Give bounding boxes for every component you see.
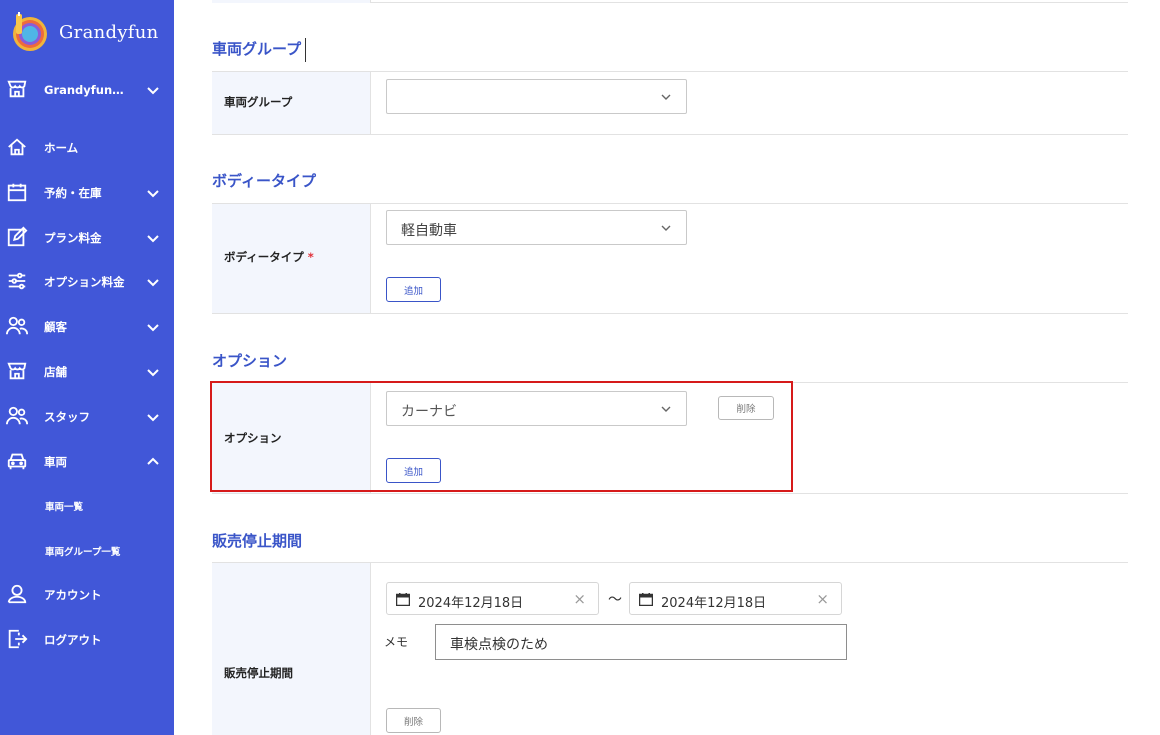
logo[interactable]: Grandyfun (10, 12, 159, 52)
sidebar-item-label: ログアウト (44, 633, 102, 647)
chevron-down-icon (147, 235, 159, 243)
stop-period-label-cell: 販売停止期間 (212, 563, 371, 735)
body-type-label-cell: ボディータイプ * (212, 204, 371, 313)
users-icon (6, 316, 28, 335)
vehicle-group-label-cell: 車両グループ (212, 72, 371, 134)
date-range-separator: ～ (608, 592, 622, 608)
body-type-label: ボディータイプ * (224, 249, 314, 265)
section-title-vehicle-group: 車両グループ (212, 40, 302, 58)
sidebar-item-home[interactable]: ホーム (0, 132, 174, 164)
required-mark: * (307, 250, 314, 264)
sidebar-item-label: 店舗 (44, 365, 67, 379)
stop-period-delete-button[interactable]: 削除 (386, 708, 441, 733)
chevron-down-icon (661, 225, 671, 231)
sidebar-item-label: オプション料金 (44, 275, 125, 289)
users-icon (6, 406, 28, 425)
chevron-down-icon (147, 279, 159, 287)
edit-icon (7, 226, 28, 247)
text-cursor (305, 38, 306, 62)
main-content: 車両グループ 車両グループ ボディータイプ ボディータイプ * 軽自動車 追加 オ… (174, 0, 1160, 735)
previous-row (212, 0, 1128, 3)
body-type-add-button[interactable]: 追加 (386, 277, 441, 302)
sidebar: Grandyfun Grandyfun… ホーム 予約・在庫 プラン料金 オプシ… (0, 0, 174, 735)
chevron-down-icon (147, 324, 159, 332)
car-icon (7, 453, 27, 470)
logo-icon (10, 12, 50, 52)
home-icon (8, 138, 26, 156)
section-title-option: オプション (212, 352, 288, 370)
sidebar-item-stores[interactable]: 店舗 (0, 356, 174, 388)
vehicle-group-select[interactable] (386, 79, 687, 114)
sidebar-item-label: プラン料金 (44, 231, 102, 245)
calendar-icon (639, 593, 653, 606)
sidebar-subitem-label: 車両一覧 (45, 502, 84, 513)
vehicle-group-row: 車両グループ (212, 71, 1128, 135)
sidebar-subitem-vehicle-group-list[interactable]: 車両グループ一覧 (0, 537, 174, 565)
sidebar-item-option-price[interactable]: オプション料金 (0, 266, 174, 298)
chevron-down-icon (147, 87, 159, 95)
sidebar-item-plan-price[interactable]: プラン料金 (0, 222, 174, 254)
logout-icon (8, 629, 28, 649)
sidebar-subitem-label: 車両グループ一覧 (45, 547, 121, 558)
sidebar-item-label: 車両 (44, 455, 67, 469)
sidebar-item-vehicles[interactable]: 車両 (0, 446, 174, 478)
body-type-select[interactable]: 軽自動車 (386, 210, 687, 245)
start-date-field[interactable]: 2024年12月18日 × (386, 582, 599, 615)
chevron-down-icon (147, 369, 159, 377)
sidebar-subitem-vehicle-list[interactable]: 車両一覧 (0, 492, 174, 520)
logo-text: Grandyfun (59, 21, 159, 43)
start-date-value: 2024年12月18日 (418, 596, 524, 611)
chevron-down-icon (661, 94, 671, 100)
sidebar-item-account[interactable]: アカウント (0, 579, 174, 611)
org-selector-label: Grandyfun… (44, 83, 124, 97)
memo-value: 車検点検のため (450, 637, 548, 653)
sidebar-item-customers[interactable]: 顧客 (0, 311, 174, 343)
chevron-down-icon (147, 190, 159, 198)
memo-label: メモ (384, 635, 409, 649)
highlight-box (210, 381, 793, 492)
section-title-body-type: ボディータイプ (212, 172, 316, 190)
store-icon (7, 362, 27, 380)
stop-period-label: 販売停止期間 (224, 666, 293, 680)
sidebar-item-label: スタッフ (44, 410, 90, 424)
body-type-select-value: 軽自動車 (401, 223, 457, 239)
section-title-stop-period: 販売停止期間 (212, 532, 303, 550)
memo-input[interactable]: 車検点検のため (435, 624, 847, 660)
sidebar-item-label: アカウント (44, 588, 102, 602)
previous-row-label (212, 0, 371, 3)
user-icon (7, 584, 27, 604)
calendar-icon (7, 183, 27, 202)
sidebar-item-staff[interactable]: スタッフ (0, 401, 174, 433)
chevron-down-icon (147, 414, 159, 422)
vehicle-group-label: 車両グループ (224, 95, 293, 109)
sidebar-item-label: ホーム (44, 141, 79, 155)
sidebar-item-logout[interactable]: ログアウト (0, 624, 174, 656)
stop-period-row: 販売停止期間 2024年12月18日 × ～ 2024年12月18日 × メモ … (212, 562, 1128, 735)
sidebar-item-label: 顧客 (44, 320, 67, 334)
store-icon (7, 80, 27, 98)
org-selector[interactable]: Grandyfun… (0, 74, 174, 106)
chevron-up-icon (147, 457, 159, 465)
clear-start-date-icon[interactable]: × (573, 590, 586, 608)
calendar-icon (396, 593, 410, 606)
end-date-field[interactable]: 2024年12月18日 × (629, 582, 842, 615)
end-date-value: 2024年12月18日 (661, 596, 767, 611)
sidebar-item-label: 予約・在庫 (44, 186, 102, 200)
clear-end-date-icon[interactable]: × (816, 590, 829, 608)
sliders-icon (8, 272, 26, 290)
body-type-label-text: ボディータイプ (224, 250, 304, 264)
body-type-row: ボディータイプ * 軽自動車 追加 (212, 203, 1128, 314)
sidebar-item-reservation[interactable]: 予約・在庫 (0, 177, 174, 209)
